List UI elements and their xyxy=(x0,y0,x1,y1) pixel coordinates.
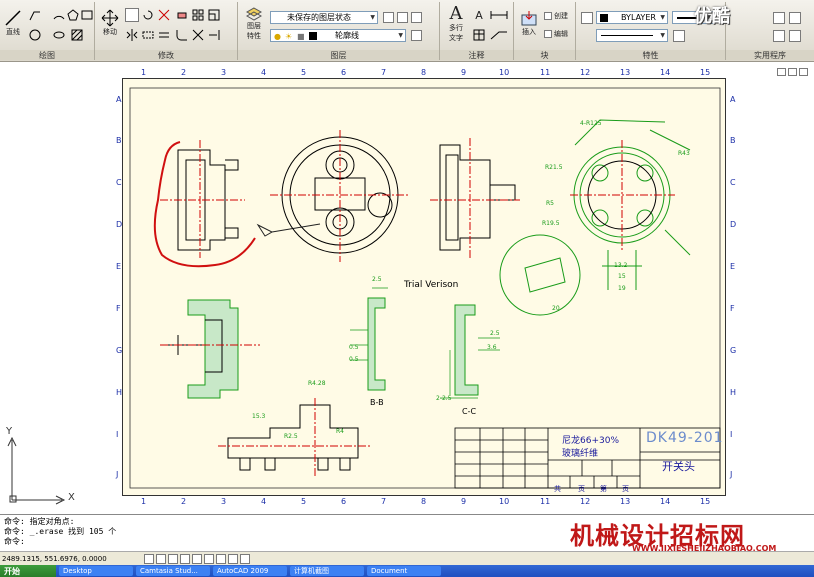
dim-text: 2.5 xyxy=(490,330,500,337)
dim-text: R21.5 xyxy=(545,164,563,171)
section-label-bb: B-B xyxy=(370,398,384,407)
dim-text: 13.2 xyxy=(614,262,628,269)
dim-text: R2.5 xyxy=(284,433,298,440)
page-label: 共 xyxy=(554,485,561,493)
status-bar: 2489.1315, 551.6976, 0.0000 xyxy=(0,551,814,565)
part-name: 开关头 xyxy=(662,460,695,473)
dynamic-input-icon[interactable] xyxy=(228,553,238,564)
snap-mode-icon[interactable] xyxy=(144,553,154,564)
left-side-view xyxy=(160,140,245,258)
dim-text: 2-2.5 xyxy=(436,395,452,402)
dim-text: R5 xyxy=(546,200,554,207)
ucs-x-label: X xyxy=(68,492,75,503)
dim-text: R4.28 xyxy=(308,380,326,387)
dim-text: 2.5 xyxy=(372,276,382,283)
ortho-mode-icon[interactable] xyxy=(168,553,178,564)
dim-text: 15.3 xyxy=(252,413,266,420)
page-label: 页 xyxy=(622,485,629,493)
dim-text: R19.5 xyxy=(542,220,560,227)
annotation-arrow xyxy=(256,223,321,237)
ucs-y-label: Y xyxy=(6,426,13,437)
trial-version-text: Trial Verison xyxy=(404,280,459,290)
dim-text: 0.5 xyxy=(349,356,359,363)
detail-view-green xyxy=(499,119,691,316)
dynamic-ucs-icon[interactable] xyxy=(216,553,226,564)
dim-text: 0.5 xyxy=(349,344,359,351)
front-circular-view xyxy=(270,130,410,262)
grid-mode-icon[interactable] xyxy=(156,553,166,564)
drawing-number: DK49-201 xyxy=(646,430,724,446)
dim-text: 20 xyxy=(552,305,560,312)
taskbar-item[interactable]: Document xyxy=(367,566,441,576)
section-view-bb xyxy=(367,297,386,391)
taskbar-item[interactable]: AutoCAD 2009 xyxy=(213,566,287,576)
section-view-cc xyxy=(454,304,479,396)
taskbar-item[interactable]: Desktop xyxy=(59,566,133,576)
coordinate-readout[interactable]: 2489.1315, 551.6976, 0.0000 xyxy=(2,555,142,563)
taskbar-item[interactable]: Camtasia Stud... xyxy=(136,566,210,576)
dim-text: 19 xyxy=(618,285,626,292)
dim-text: R4 xyxy=(336,428,344,435)
material-text-2: 玻璃纤维 xyxy=(562,449,599,459)
polar-tracking-icon[interactable] xyxy=(180,553,190,564)
page-label: 页 xyxy=(578,485,585,493)
windows-taskbar: 开始 Desktop Camtasia Stud... AutoCAD 2009… xyxy=(0,565,814,577)
detail-view-black xyxy=(570,140,675,250)
dim-text: R43 xyxy=(678,150,690,157)
ucs-icon xyxy=(7,436,66,505)
taskbar-item[interactable]: 计算机截图 xyxy=(290,566,364,576)
section-label-cc: C-C xyxy=(462,407,477,416)
object-snap-tracking-icon[interactable] xyxy=(204,553,214,564)
dim-text: 4-R125 xyxy=(580,120,602,127)
object-snap-icon[interactable] xyxy=(192,553,202,564)
right-side-view xyxy=(430,138,520,258)
start-button[interactable]: 开始 xyxy=(0,565,56,577)
dim-text: 3.6 xyxy=(487,344,497,351)
material-text: 尼龙66+30% xyxy=(562,436,619,446)
page-label: 第 xyxy=(600,485,607,493)
section-view-a xyxy=(187,299,239,399)
lineweight-toggle-icon[interactable] xyxy=(240,553,250,564)
dim-text: 15 xyxy=(618,273,626,280)
